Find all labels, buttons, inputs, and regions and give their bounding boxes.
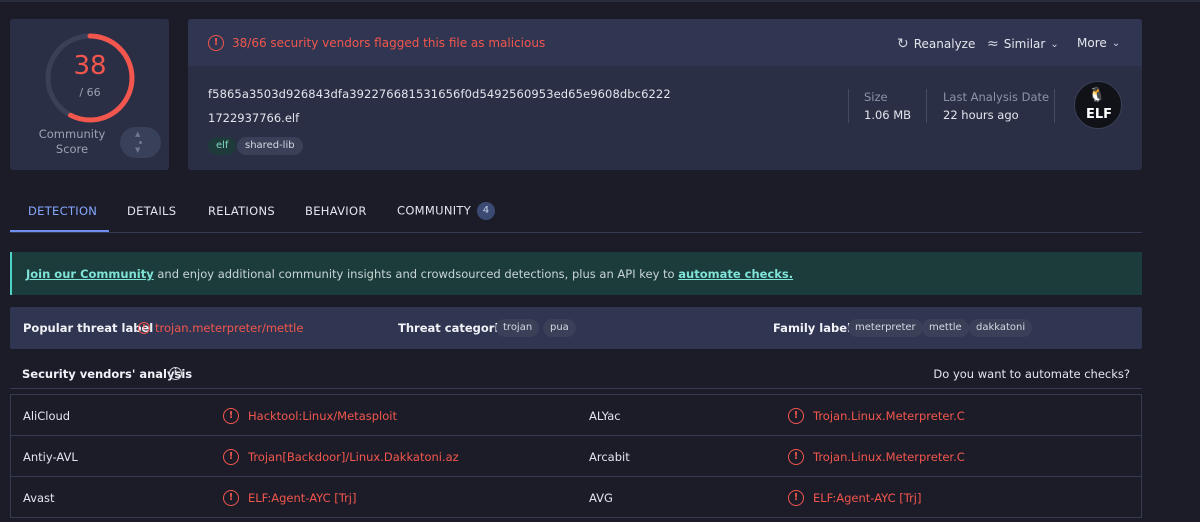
info-icon[interactable]: i <box>169 367 182 380</box>
more-button[interactable]: More ⌄ <box>1077 36 1120 50</box>
join-community-link[interactable]: Join our Community <box>26 267 154 281</box>
tab-behavior[interactable]: BEHAVIOR <box>305 204 367 218</box>
vendor-result: ! ELF:Agent-AYC [Trj] <box>788 490 922 506</box>
popular-threat-text: trojan.meterpreter/mettle <box>155 321 304 335</box>
automate-checks-link[interactable]: automate checks. <box>678 267 793 281</box>
tab-community-label: COMMUNITY <box>397 203 472 218</box>
tab-detection[interactable]: DETECTION <box>28 204 97 218</box>
vendor-result: ! Trojan.Linux.Meterpreter.C <box>788 408 965 424</box>
alert-icon: ! <box>138 322 150 334</box>
tag-shared-lib[interactable]: shared-lib <box>237 137 303 155</box>
vendor-name: ALYac <box>589 409 621 423</box>
linux-penguin-icon: 🐧 <box>1088 87 1106 103</box>
family-mettle[interactable]: mettle <box>922 319 969 337</box>
meta-divider <box>926 89 927 123</box>
popular-threat-value[interactable]: ! trojan.meterpreter/mettle <box>138 321 303 335</box>
alert-icon: ! <box>788 490 804 506</box>
vendor-result-text: Trojan.Linux.Meterpreter.C <box>813 450 965 464</box>
table-row: Avast ! ELF:Agent-AYC [Trj] AVG ! ELF:Ag… <box>11 477 1141 518</box>
tab-relations[interactable]: RELATIONS <box>208 204 275 218</box>
vendor-name: Avast <box>23 491 55 505</box>
elf-file-type-icon: 🐧 ELF <box>1074 81 1122 129</box>
vendor-result: ! Trojan[Backdoor]/Linux.Dakkatoni.az <box>223 449 459 465</box>
similar-button[interactable]: ≈ Similar ⌄ <box>987 36 1059 52</box>
vendor-result: ! Trojan.Linux.Meterpreter.C <box>788 449 965 465</box>
file-name: 1722937766.elf <box>208 111 300 125</box>
detection-count: 38 <box>73 51 107 81</box>
size-label: Size <box>864 90 888 104</box>
similar-label: Similar <box>1003 37 1046 51</box>
community-vote-toggle[interactable]: ▲ ▼ <box>120 127 161 158</box>
last-analysis-value: 22 hours ago <box>943 108 1019 122</box>
chevron-down-icon: ⌄ <box>1111 37 1121 49</box>
last-analysis-label: Last Analysis Date <box>943 90 1050 104</box>
reanalyze-label: Reanalyze <box>913 37 976 51</box>
vendor-result-text: Hacktool:Linux/Metasploit <box>248 409 397 423</box>
vendors-table: AliCloud ! Hacktool:Linux/Metasploit ALY… <box>10 394 1142 518</box>
automate-checks-question[interactable]: Do you want to automate checks? <box>933 367 1130 381</box>
vendor-result: ! ELF:Agent-AYC [Trj] <box>223 490 357 506</box>
tab-community[interactable]: COMMUNITY 4 <box>397 202 496 220</box>
active-tab-indicator <box>10 230 109 232</box>
threat-summary-row: Popular threat label ! trojan.meterprete… <box>10 307 1142 349</box>
refresh-icon: ↻ <box>897 36 909 52</box>
alert-icon: ! <box>208 35 224 51</box>
family-labels-label: Family labels <box>773 321 858 335</box>
table-row: AliCloud ! Hacktool:Linux/Metasploit ALY… <box>11 395 1141 436</box>
alert-icon: ! <box>223 408 239 424</box>
tag-elf[interactable]: elf <box>208 137 237 155</box>
detection-score-card: 38 / 66 Community Score ▲ ▼ <box>10 19 169 170</box>
vendor-name: Arcabit <box>589 450 630 464</box>
alert-icon: ! <box>223 449 239 465</box>
banner-middle-text: and enjoy additional community insights … <box>153 267 679 281</box>
category-pua[interactable]: pua <box>543 319 576 337</box>
chevron-down-icon: ⌄ <box>1050 38 1059 50</box>
alert-icon: ! <box>223 490 239 506</box>
more-label: More <box>1077 36 1107 50</box>
tab-details[interactable]: DETAILS <box>127 204 176 218</box>
popular-threat-label: Popular threat label <box>23 321 154 335</box>
vendor-result-text: ELF:Agent-AYC [Trj] <box>813 491 922 505</box>
report-tabs: DETECTION DETAILS RELATIONS BEHAVIOR COM… <box>10 190 1142 233</box>
top-divider <box>0 0 1200 2</box>
vendor-name: Antiy-AVL <box>23 450 78 464</box>
table-row: Antiy-AVL ! Trojan[Backdoor]/Linux.Dakka… <box>11 436 1141 477</box>
file-summary-card: ! 38/66 security vendors flagged this fi… <box>188 19 1142 170</box>
alert-icon: ! <box>788 449 804 465</box>
detection-total: / 66 <box>79 86 101 99</box>
meta-divider <box>1054 89 1055 123</box>
community-banner: Join our Community and enjoy additional … <box>10 252 1142 295</box>
size-value: 1.06 MB <box>864 108 912 122</box>
vendor-result-text: Trojan[Backdoor]/Linux.Dakkatoni.az <box>248 450 459 464</box>
banner-text: Join our Community and enjoy additional … <box>26 267 793 281</box>
community-score-label: Community Score <box>38 127 106 156</box>
family-meterpreter[interactable]: meterpreter <box>848 319 923 337</box>
vendor-result: ! Hacktool:Linux/Metasploit <box>223 408 397 424</box>
file-type-text: ELF <box>1085 107 1113 122</box>
vendor-result-text: ELF:Agent-AYC [Trj] <box>248 491 357 505</box>
vendors-analysis-title: Security vendors' analysis <box>22 367 193 381</box>
vendor-result-text: Trojan.Linux.Meterpreter.C <box>813 409 965 423</box>
vendor-name: AVG <box>589 491 613 505</box>
vote-up-icon[interactable]: ▲ <box>135 130 140 138</box>
reanalyze-button[interactable]: ↻ Reanalyze <box>897 36 975 52</box>
community-count-badge: 4 <box>477 202 496 220</box>
vote-neutral-dot <box>139 141 142 144</box>
vendor-name: AliCloud <box>23 409 71 423</box>
vote-down-icon[interactable]: ▼ <box>135 146 140 154</box>
category-trojan[interactable]: trojan <box>496 319 540 337</box>
family-dakkatoni[interactable]: dakkatoni <box>969 319 1033 337</box>
file-hash[interactable]: f5865a3503d926843dfa392276681531656f0d54… <box>208 87 671 101</box>
vendors-analysis-header: Security vendors' analysis i Do you want… <box>10 358 1142 389</box>
meta-divider <box>848 89 849 123</box>
similar-icon: ≈ <box>987 36 999 52</box>
malicious-alert-text: 38/66 security vendors flagged this file… <box>232 36 546 50</box>
alert-icon: ! <box>788 408 804 424</box>
alert-bar: ! 38/66 security vendors flagged this fi… <box>188 19 1142 66</box>
